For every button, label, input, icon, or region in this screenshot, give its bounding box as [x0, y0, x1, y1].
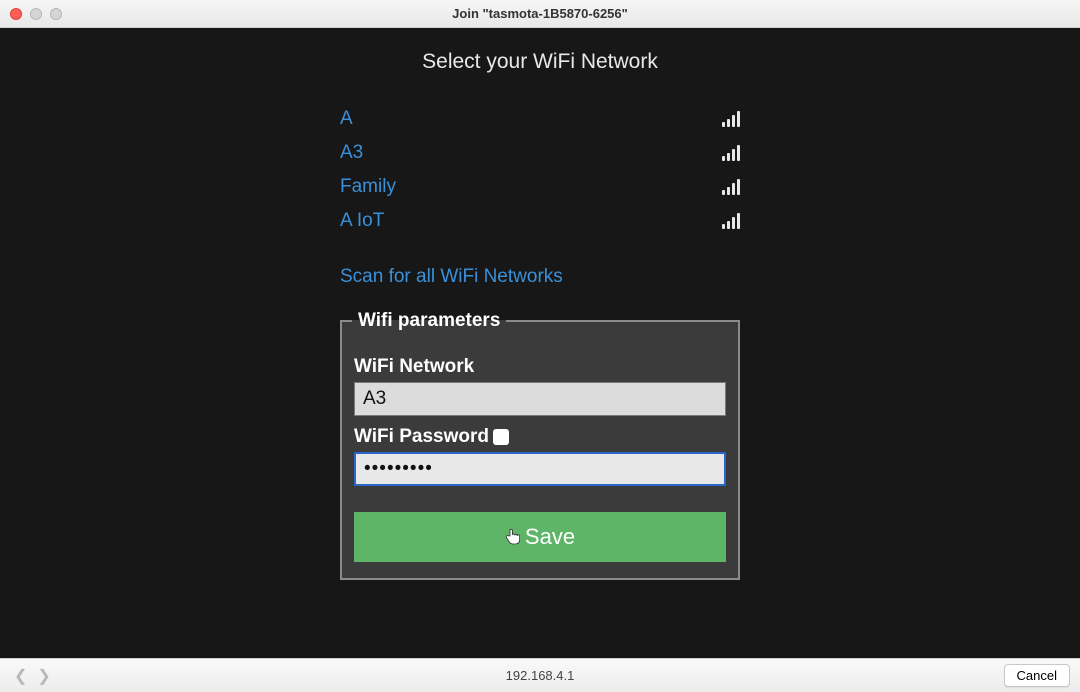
wifi-password-input[interactable]: [354, 452, 726, 486]
network-name: A3: [340, 142, 363, 164]
wifi-network-label: WiFi Network: [354, 356, 726, 378]
wifi-network-input[interactable]: [354, 382, 726, 416]
signal-icon: [722, 179, 740, 195]
scan-networks-link[interactable]: Scan for all WiFi Networks: [340, 266, 740, 288]
network-name: A: [340, 108, 353, 130]
signal-icon: [722, 111, 740, 127]
wifi-password-label-text: WiFi Password: [354, 426, 489, 448]
signal-icon: [722, 145, 740, 161]
save-button[interactable]: Save: [354, 512, 726, 562]
network-name: Family: [340, 176, 396, 198]
fieldset-legend: Wifi parameters: [352, 310, 506, 332]
page-heading: Select your WiFi Network: [422, 50, 658, 74]
save-button-label: Save: [525, 524, 575, 550]
page-content: Select your WiFi Network A A3 Family A I…: [0, 28, 1080, 658]
network-item[interactable]: A: [340, 102, 740, 136]
network-item[interactable]: A IoT: [340, 204, 740, 238]
network-list: A A3 Family A IoT: [340, 102, 740, 238]
network-item[interactable]: Family: [340, 170, 740, 204]
wifi-password-label: WiFi Password: [354, 426, 726, 448]
window-title: Join "tasmota-1B5870-6256": [0, 6, 1080, 21]
window-footer: ❮ ❯ 192.168.4.1 Cancel: [0, 658, 1080, 692]
wifi-parameters-fieldset: Wifi parameters WiFi Network WiFi Passwo…: [340, 310, 740, 580]
show-password-checkbox[interactable]: [493, 429, 509, 445]
signal-icon: [722, 213, 740, 229]
window-titlebar: Join "tasmota-1B5870-6256": [0, 0, 1080, 28]
pointer-cursor-icon: [505, 527, 521, 550]
network-name: A IoT: [340, 210, 384, 232]
cancel-button[interactable]: Cancel: [1004, 664, 1070, 687]
address-text: 192.168.4.1: [0, 668, 1080, 683]
network-item[interactable]: A3: [340, 136, 740, 170]
